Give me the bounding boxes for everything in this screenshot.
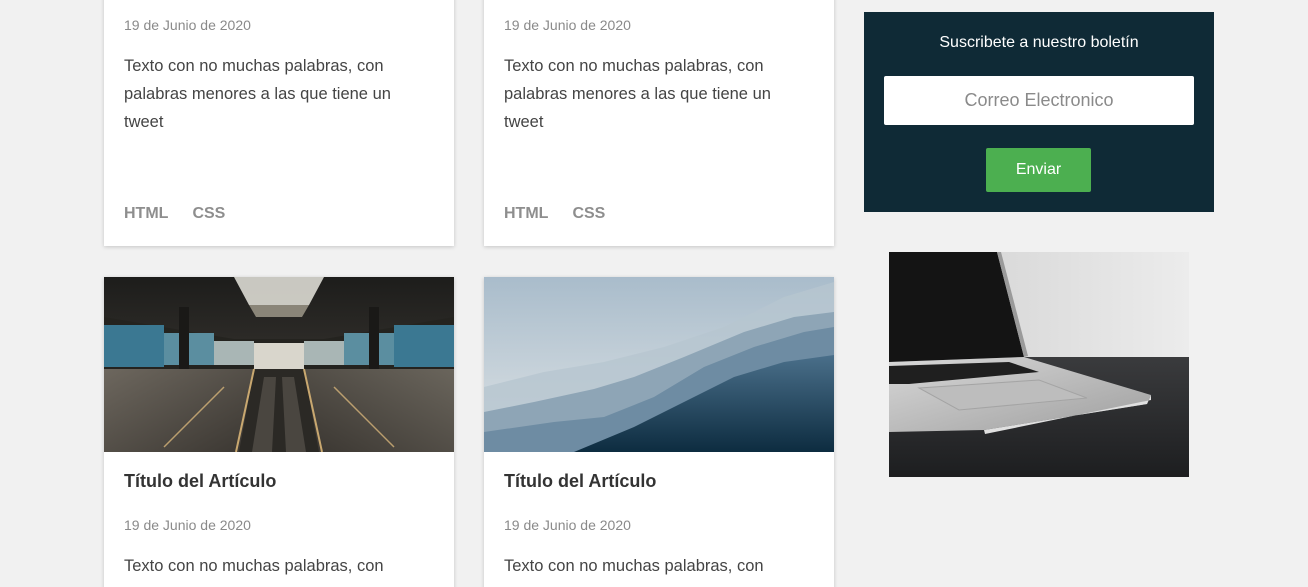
card-excerpt: Texto con no muchas palabras, con palabr… <box>504 57 771 131</box>
card-excerpt: Texto con no muchas palabras, con <box>504 557 764 575</box>
card-date: 19 de Junio de 2020 <box>124 17 251 33</box>
misty-mountains-photo <box>484 277 834 452</box>
tag-css[interactable]: CSS <box>572 205 605 223</box>
laptop-photo <box>889 252 1189 477</box>
submit-button[interactable]: Enviar <box>986 148 1091 192</box>
article-card[interactable]: 19 de Junio de 2020 Texto con no muchas … <box>484 0 834 246</box>
tag-html[interactable]: HTML <box>504 205 548 223</box>
email-field[interactable] <box>884 76 1194 125</box>
tag-css[interactable]: CSS <box>192 205 225 223</box>
card-title[interactable]: Título del Artículo <box>124 471 276 492</box>
card-excerpt: Texto con no muchas palabras, con <box>124 557 384 575</box>
card-excerpt: Texto con no muchas palabras, con palabr… <box>124 57 391 131</box>
card-date: 19 de Junio de 2020 <box>124 517 251 533</box>
card-tags: HTML CSS <box>504 205 605 223</box>
card-date: 19 de Junio de 2020 <box>504 17 631 33</box>
card-tags: HTML CSS <box>124 205 225 223</box>
article-card[interactable]: 19 de Junio de 2020 Texto con no muchas … <box>104 0 454 246</box>
newsletter-title: Suscribete a nuestro boletín <box>939 34 1139 51</box>
card-title[interactable]: Título del Artículo <box>504 471 656 492</box>
newsletter-box: Suscribete a nuestro boletín Enviar <box>864 12 1214 212</box>
escalator-station-photo <box>104 277 454 452</box>
article-card[interactable]: Título del Artículo 19 de Junio de 2020 … <box>104 277 454 587</box>
tag-html[interactable]: HTML <box>124 205 168 223</box>
article-card[interactable]: Título del Artículo 19 de Junio de 2020 … <box>484 277 834 587</box>
card-date: 19 de Junio de 2020 <box>504 517 631 533</box>
